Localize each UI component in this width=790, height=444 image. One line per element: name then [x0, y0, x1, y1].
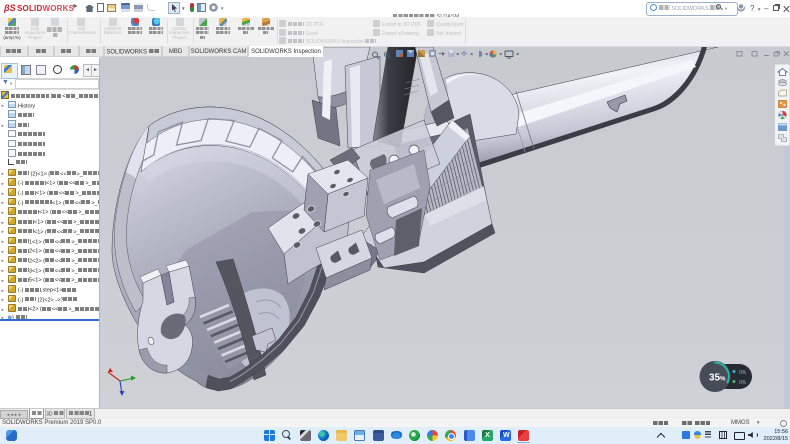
svg-text:0%: 0% — [739, 380, 747, 386]
svg-text:0%: 0% — [739, 370, 747, 376]
